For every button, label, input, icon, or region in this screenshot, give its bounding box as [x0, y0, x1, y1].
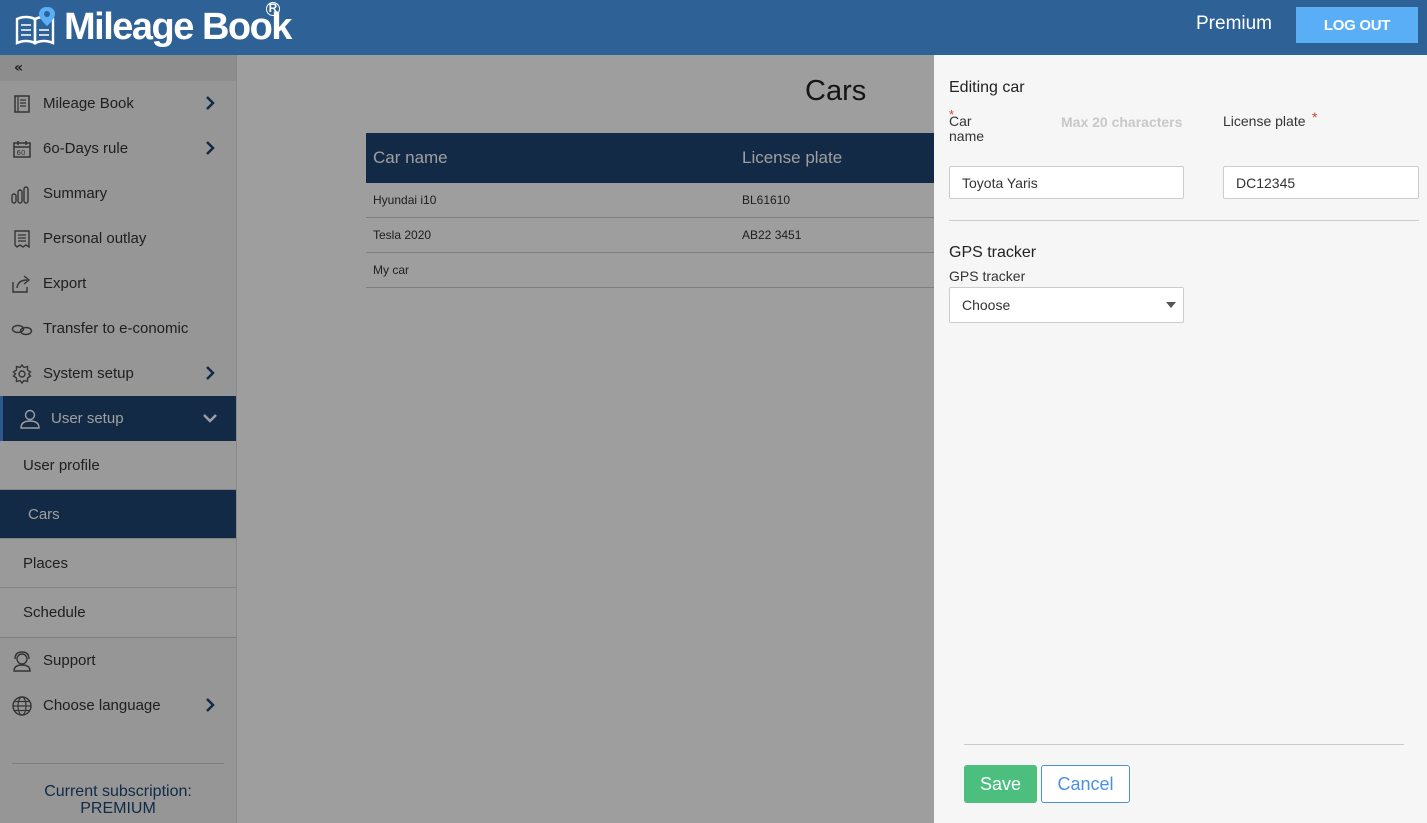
edit-car-panel: Editing car * Car name Max 20 characters…	[934, 55, 1427, 823]
car-name-input[interactable]	[949, 166, 1184, 199]
panel-title: Editing car	[949, 79, 1025, 96]
dropdown-caret-icon	[1166, 302, 1176, 308]
logout-button[interactable]: LOG OUT	[1296, 7, 1418, 43]
logo-text: Mileage Book	[64, 6, 292, 48]
car-name-label-line2: name	[949, 128, 985, 144]
top-header: Mileage Book R Premium LOG OUT	[0, 0, 1427, 55]
section-divider	[949, 220, 1419, 221]
save-button[interactable]: Save	[964, 765, 1037, 803]
plan-label: Premium	[1196, 13, 1273, 34]
gps-tracker-label: GPS tracker	[949, 268, 1026, 284]
modal-backdrop[interactable]	[0, 55, 934, 823]
footer-divider	[964, 744, 1404, 745]
gps-tracker-selected-value: Choose	[962, 297, 1011, 313]
gps-tracker-select[interactable]: Choose	[949, 287, 1184, 323]
car-name-label: Car	[949, 113, 972, 129]
book-pin-logo-icon	[15, 7, 55, 45]
license-plate-input[interactable]	[1223, 166, 1419, 199]
gps-section-title: GPS tracker	[949, 244, 1037, 261]
required-asterisk: *	[1312, 109, 1318, 125]
license-plate-label: License plate	[1223, 113, 1306, 129]
cancel-button[interactable]: Cancel	[1041, 765, 1130, 803]
app-logo[interactable]: Mileage Book	[14, 2, 292, 52]
registered-mark: R	[266, 2, 280, 16]
car-name-hint: Max 20 characters	[1061, 114, 1183, 130]
